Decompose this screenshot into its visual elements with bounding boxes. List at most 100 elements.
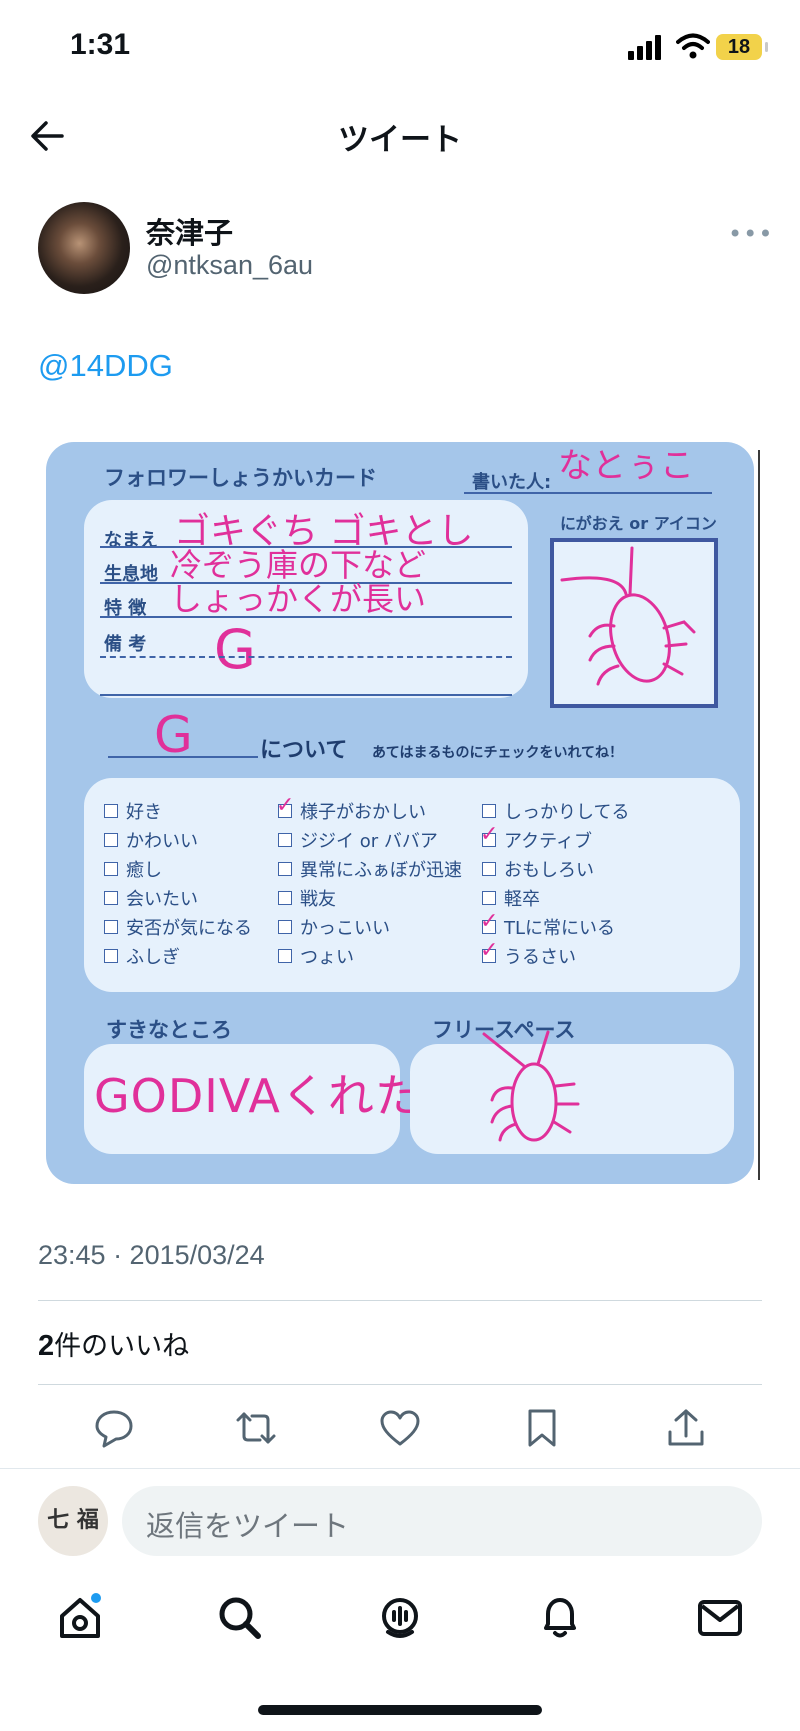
portrait-box: [550, 538, 718, 708]
field-label-notes: 備 考: [104, 634, 147, 655]
checkbox-icon: [104, 949, 118, 963]
spaces-icon[interactable]: [374, 1592, 426, 1644]
cockroach-drawing-icon: [560, 546, 696, 686]
checklist-label: ジジイ or ババア: [300, 831, 438, 852]
checklist-label: かわいい: [126, 831, 198, 852]
likes-value: GODIVAくれた: [94, 1069, 422, 1123]
checklist-label: TLに常にいる: [504, 918, 616, 939]
checklist-label: つょい: [300, 947, 354, 968]
checklist-label: 癒し: [126, 860, 162, 881]
checklist-label: 軽卒: [504, 889, 540, 910]
divider: [38, 1300, 762, 1301]
mention-link[interactable]: @14DDG: [38, 348, 173, 384]
checkbox-icon: [278, 833, 292, 847]
checklist-label: 会いたい: [126, 889, 198, 910]
checkbox-icon: [104, 804, 118, 818]
checklist-label: 安否が気になる: [126, 918, 252, 939]
checkbox-icon: [104, 920, 118, 934]
share-icon[interactable]: [664, 1406, 708, 1450]
checklist-label: 好き: [126, 802, 162, 823]
checkbox-icon: [278, 949, 292, 963]
checklist-label: おもしろい: [504, 860, 594, 881]
checked-box-icon: ✓: [480, 938, 498, 963]
checklist-label: ふしぎ: [126, 947, 180, 968]
checklist-item: しっかりしてる: [482, 798, 629, 824]
handwritten-check-icon: ✓: [480, 909, 499, 934]
about-note: あてはまるものにチェックをいれてね！: [372, 745, 624, 761]
checklist-item: 好き: [104, 798, 162, 824]
handwritten-check-icon: ✓: [276, 793, 295, 818]
checklist-item: かわいい: [104, 827, 198, 853]
like-icon[interactable]: [378, 1406, 422, 1450]
search-icon[interactable]: [214, 1592, 266, 1644]
cellular-signal-icon: [628, 34, 668, 60]
checklist-item: 会いたい: [104, 885, 198, 911]
field-value-feature: しょっかくが長い: [170, 580, 427, 618]
compose-divider: [0, 1468, 800, 1469]
likes-count-link[interactable]: 2件のいいね: [38, 1324, 189, 1363]
checklist-item: かっこいい: [278, 914, 390, 940]
tweet-image[interactable]: フォロワーしょうかいカード 書いた人: なとぅこ なまえ ゴキぐち ゴキとし 生…: [46, 442, 754, 1184]
more-options-icon[interactable]: •••: [728, 220, 773, 248]
divider: [38, 1384, 762, 1385]
checkbox-icon: [482, 862, 496, 876]
checkbox-icon: [482, 804, 496, 818]
checklist-label: 異常にふぁぼが迅速: [300, 860, 462, 881]
writer-value: なとぅこ: [558, 446, 694, 486]
field-rule-dashed: [100, 656, 512, 658]
checklist-item: つょい: [278, 943, 354, 969]
my-avatar[interactable]: 七 福: [38, 1486, 108, 1556]
checklist-label: うるさい: [504, 947, 576, 968]
battery-indicator: 18: [716, 34, 768, 60]
card-title: フォロワーしょうかいカード: [104, 466, 377, 490]
field-rule: [100, 616, 512, 618]
status-time: 1:31: [70, 28, 131, 61]
checklist-item: おもしろい: [482, 856, 594, 882]
author-handle[interactable]: @ntksan_6au: [146, 250, 313, 281]
bookmark-icon[interactable]: [520, 1406, 564, 1450]
home-icon[interactable]: [54, 1592, 106, 1644]
checklist-item: ✓ アクティブ: [480, 822, 593, 853]
author-name[interactable]: 奈津子: [146, 210, 233, 252]
checkbox-icon: [104, 833, 118, 847]
messages-icon[interactable]: [694, 1592, 746, 1644]
reply-icon[interactable]: [92, 1406, 136, 1450]
tweet-timestamp: 23:45 · 2015/03/24: [38, 1240, 265, 1270]
image-edge: [758, 450, 760, 1180]
writer-underline: [464, 492, 712, 494]
icon-box-title: にがおえ or アイコン: [560, 514, 717, 533]
checklist-item: 軽卒: [482, 885, 540, 911]
field-rule: [100, 694, 512, 696]
writer-label: 書いた人:: [472, 472, 552, 493]
author-avatar[interactable]: [38, 202, 130, 294]
checked-box-icon: ✓: [480, 822, 498, 847]
checklist-label: かっこいい: [300, 918, 390, 939]
cockroach-doodle-icon: [482, 1030, 580, 1142]
checked-box-icon: ✓: [480, 909, 498, 934]
field-label-name: なまえ: [104, 530, 158, 551]
checkbox-icon: [104, 891, 118, 905]
checklist-label: アクティブ: [504, 831, 593, 852]
likes-section-title: すきなところ: [106, 1018, 232, 1042]
likes-label: 件のいいね: [54, 1331, 190, 1362]
notifications-icon[interactable]: [534, 1592, 586, 1644]
about-underline: [108, 756, 258, 758]
checkbox-icon: [104, 862, 118, 876]
checked-box-icon: ✓: [276, 793, 294, 818]
checkbox-icon: [278, 891, 292, 905]
retweet-icon[interactable]: [234, 1406, 278, 1450]
checklist-item: 異常にふぁぼが迅速: [278, 856, 462, 882]
checklist-item: ✓ 様子がおかしい: [276, 793, 426, 824]
likes-count: 2: [38, 1330, 55, 1362]
about-label: について: [260, 738, 348, 763]
checklist-item: ジジイ or ババア: [278, 827, 438, 853]
page-title: ツイート: [338, 122, 462, 158]
reply-placeholder: 返信をツイート: [146, 1509, 350, 1543]
wifi-icon: [676, 33, 710, 59]
checklist-item: ✓ TLに常にいる: [480, 909, 616, 940]
field-value-notes: G: [214, 618, 256, 681]
checkbox-icon: [278, 920, 292, 934]
checklist-label: しっかりしてる: [504, 802, 630, 823]
home-indicator: [258, 1705, 542, 1715]
handwritten-check-icon: ✓: [480, 938, 499, 963]
